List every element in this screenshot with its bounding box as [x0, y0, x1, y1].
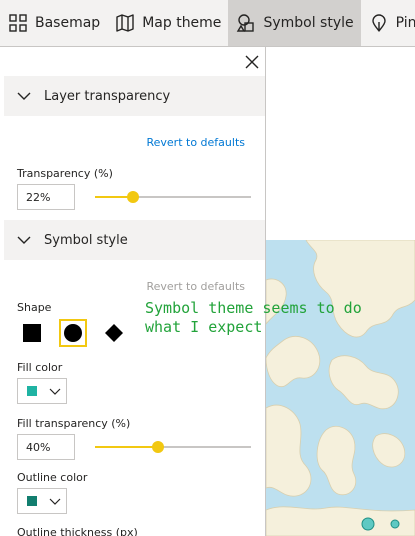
layer-transparency-title: Layer transparency [44, 88, 171, 104]
tab-pins[interactable]: Pins [361, 0, 415, 46]
map-icon [114, 12, 136, 34]
shape-diamond-button[interactable] [102, 321, 126, 345]
annotation-line: Symbol theme seems to do [145, 299, 362, 317]
transparency-input[interactable]: 22% [17, 184, 75, 210]
fill-transparency-label: Fill transparency (%) [17, 417, 131, 430]
outline-color-swatch [27, 496, 37, 506]
close-icon [245, 55, 259, 69]
grid-icon [7, 12, 29, 34]
outline-color-label: Outline color [17, 471, 88, 484]
symbol-style-header[interactable]: Symbol style [4, 220, 265, 260]
chevron-down-icon [17, 236, 31, 244]
chevron-down-icon [49, 498, 61, 505]
shapes-icon [235, 12, 257, 34]
tab-map-theme-label: Map theme [142, 15, 222, 31]
map-canvas[interactable] [266, 240, 415, 536]
slider-thumb[interactable] [127, 191, 139, 203]
square-icon [23, 324, 41, 342]
symbol-style-title: Symbol style [44, 232, 128, 248]
transparency-label: Transparency (%) [17, 167, 113, 180]
tab-basemap-label: Basemap [35, 15, 101, 31]
annotation-line: what I expect [145, 318, 263, 336]
shape-square-button[interactable] [20, 321, 44, 345]
outline-color-dropdown[interactable] [17, 488, 67, 514]
tab-map-theme[interactable]: Map theme [107, 0, 228, 46]
map-settings-toolbar: Basemap Map theme Symbol style Pins [0, 0, 415, 47]
map-land [266, 240, 415, 536]
map-symbol[interactable] [361, 517, 375, 531]
slider-thumb[interactable] [152, 441, 164, 453]
tab-basemap[interactable]: Basemap [0, 0, 107, 46]
transparency-slider[interactable] [95, 191, 251, 203]
fill-transparency-slider[interactable] [95, 441, 251, 453]
fill-color-swatch [27, 386, 37, 396]
symbol-settings-panel: Layer transparency Revert to defaults Tr… [4, 47, 266, 536]
chevron-down-icon [49, 388, 61, 395]
chevron-down-icon [17, 92, 31, 100]
tab-symbol-style[interactable]: Symbol style [228, 0, 361, 46]
shape-label: Shape [17, 301, 52, 314]
fill-color-label: Fill color [17, 361, 63, 374]
diamond-icon [105, 324, 123, 342]
close-button[interactable] [243, 53, 261, 71]
fill-color-dropdown[interactable] [17, 378, 67, 404]
tab-symbol-style-label: Symbol style [263, 15, 354, 31]
fill-transparency-input[interactable]: 40% [17, 434, 75, 460]
annotation-text: Symbol theme seems to do what I expect [145, 299, 362, 337]
outline-thickness-label: Outline thickness (px) [17, 526, 138, 536]
revert-to-defaults-link: Revert to defaults [146, 280, 245, 293]
layer-transparency-header[interactable]: Layer transparency [4, 76, 265, 116]
slider-fill [95, 446, 158, 448]
tab-pins-label: Pins [395, 15, 415, 31]
shape-circle-button[interactable] [59, 319, 87, 347]
map-symbol[interactable] [390, 519, 400, 529]
pin-icon [368, 12, 390, 34]
circle-icon [64, 324, 82, 342]
revert-to-defaults-link[interactable]: Revert to defaults [146, 136, 245, 149]
